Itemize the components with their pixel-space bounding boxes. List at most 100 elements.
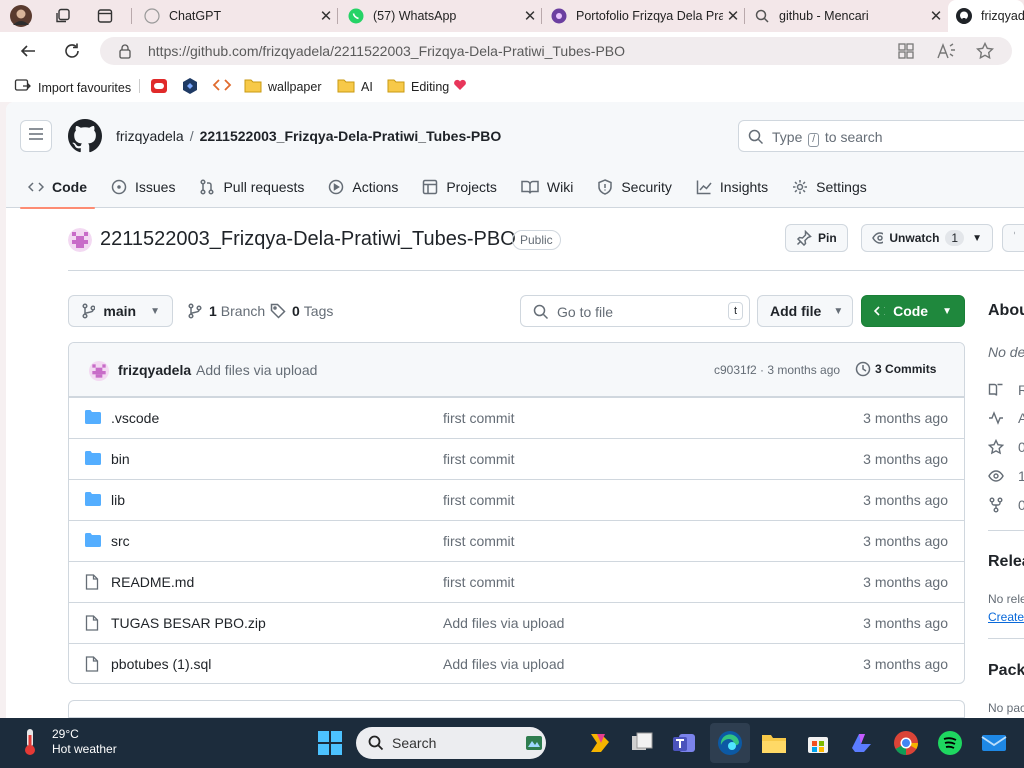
chrome-icon[interactable] [892,729,920,757]
breadcrumb-owner[interactable]: frizqyadela [116,128,184,144]
favorite-red-app[interactable] [150,77,168,98]
file-commit-message[interactable]: first commit [443,574,515,590]
tab-actions-icon[interactable] [94,5,116,27]
branch-selector[interactable]: main ▼ [68,295,173,327]
commit-sha-time[interactable]: c9031f2 · 3 months ago [714,363,840,377]
file-commit-message[interactable]: Add files via upload [443,656,564,672]
favorite-wallpaper[interactable]: wallpaper [244,77,322,96]
file-commit-message[interactable]: first commit [443,410,515,426]
gear-icon [793,180,808,194]
favorite-ai[interactable]: AI [337,77,373,96]
close-icon[interactable]: ✕ [723,7,743,25]
page-title[interactable]: 2211522003_Frizqya-Dela-Pratiwi_Tubes-PB… [100,228,516,251]
menu-button[interactable] [20,120,52,152]
edge-icon[interactable] [716,729,744,757]
tab-actions[interactable]: Actions [320,166,406,208]
app-available-icon[interactable] [897,42,915,65]
no-releases-text: No rele [988,592,1024,606]
table-row[interactable]: pbotubes (1).sql Add files via upload 3 … [69,643,964,683]
tab-wiki[interactable]: Wiki [513,166,581,208]
favorite-blue-shield[interactable] [182,77,198,98]
tab-github-repo[interactable]: frizqyad [948,0,1024,32]
file-commit-message[interactable]: Add files via upload [443,615,564,631]
github-logo-icon[interactable] [68,119,102,158]
tab-insights[interactable]: Insights [688,166,776,208]
file-name[interactable]: .vscode [111,410,159,426]
star-favorite-icon[interactable] [975,41,995,65]
teams-icon[interactable] [670,729,698,757]
watchers-link[interactable]: 1 [988,468,1024,484]
table-row[interactable]: lib first commit 3 months ago [69,479,964,520]
commit-message[interactable]: Add files via upload [196,362,317,378]
table-row[interactable]: src first commit 3 months ago [69,520,964,561]
fork-button[interactable] [1002,224,1024,252]
create-release-link[interactable]: Create [988,610,1024,624]
weather-widget[interactable]: 29°C Hot weather [18,727,117,757]
close-icon[interactable]: ✕ [520,7,540,25]
workspaces-icon[interactable] [52,5,74,27]
add-file-button[interactable]: Add file ▼ [757,295,853,327]
file-commit-message[interactable]: first commit [443,451,515,467]
file-name[interactable]: lib [111,492,125,508]
table-row[interactable]: bin first commit 3 months ago [69,438,964,479]
url-field[interactable]: https://github.com/frizqyadela/221152200… [100,37,1012,65]
tab-portfolio[interactable]: Portofolio Frizqya Dela Pra ✕ [543,0,743,32]
store-icon[interactable] [804,729,832,757]
read-aloud-icon[interactable] [936,42,956,65]
commit-author[interactable]: frizqyadela [118,362,191,378]
file-name[interactable]: README.md [111,574,194,590]
close-icon[interactable]: ✕ [926,7,946,25]
stars-link[interactable]: 0 [988,439,1024,455]
tab-pull-requests[interactable]: Pull requests [191,166,312,208]
windows-start-icon[interactable] [318,731,342,760]
refresh-icon[interactable] [59,39,85,63]
branches-link[interactable]: 1 Branch [187,303,265,319]
file-name[interactable]: src [111,533,130,549]
tab-settings[interactable]: Settings [784,166,875,208]
unwatch-button[interactable]: Unwatch 1 ▼ [861,224,993,252]
table-row[interactable]: README.md first commit 3 months ago [69,561,964,602]
readme-link[interactable]: R [988,382,1024,398]
back-arrow-icon[interactable] [15,39,41,63]
tab-issues[interactable]: Issues [103,166,183,208]
code-dropdown-button[interactable]: Code ▼ [861,295,965,327]
projects-icon [423,179,438,195]
star-icon [988,439,1004,455]
mail-icon[interactable] [980,729,1008,757]
tab-security[interactable]: Security [589,166,680,208]
go-to-file-input[interactable]: Go to file t [520,295,750,327]
tab-code[interactable]: Code [20,166,95,209]
tags-link[interactable]: 0 Tags [270,303,333,319]
task-view-icon[interactable] [628,729,656,757]
search-input[interactable]: Type / to search [738,120,1024,152]
file-name[interactable]: TUGAS BESAR PBO.zip [111,615,266,631]
tab-title: (57) WhatsApp [373,9,457,23]
pin-button[interactable]: Pin [785,224,848,252]
favorite-editing[interactable]: Editing [387,77,467,96]
tab-chatgpt[interactable]: ChatGPT ✕ [136,0,336,32]
tab-github-search[interactable]: github - Mencari ✕ [746,0,946,32]
table-row[interactable]: TUGAS BESAR PBO.zip Add files via upload… [69,602,964,643]
favorite-import[interactable]: Import favourites [14,77,131,98]
tab-whatsapp[interactable]: (57) WhatsApp ✕ [340,0,540,32]
file-commit-message[interactable]: first commit [443,533,515,549]
avatar [89,361,109,381]
tab-projects[interactable]: Projects [414,166,505,208]
file-commit-message[interactable]: first commit [443,492,515,508]
activity-link[interactable]: A [988,410,1024,426]
profile-avatar[interactable] [10,5,32,27]
copilot-icon[interactable] [848,729,876,757]
copilot-pre-icon[interactable] [586,729,614,757]
search-icon [754,8,770,24]
forks-link[interactable]: 0 [988,497,1024,513]
breadcrumb-repo[interactable]: 2211522003_Frizqya-Dela-Pratiwi_Tubes-PB… [200,128,502,144]
taskbar-search[interactable]: Search [356,727,546,759]
favorite-code[interactable] [212,77,232,96]
file-explorer-icon[interactable] [760,729,788,757]
close-icon[interactable]: ✕ [316,7,336,25]
table-row[interactable]: .vscode first commit 3 months ago [69,397,964,438]
file-name[interactable]: bin [111,451,130,467]
file-name[interactable]: pbotubes (1).sql [111,656,211,672]
spotify-icon[interactable] [936,729,964,757]
commits-link[interactable]: 3 Commits [855,361,936,377]
